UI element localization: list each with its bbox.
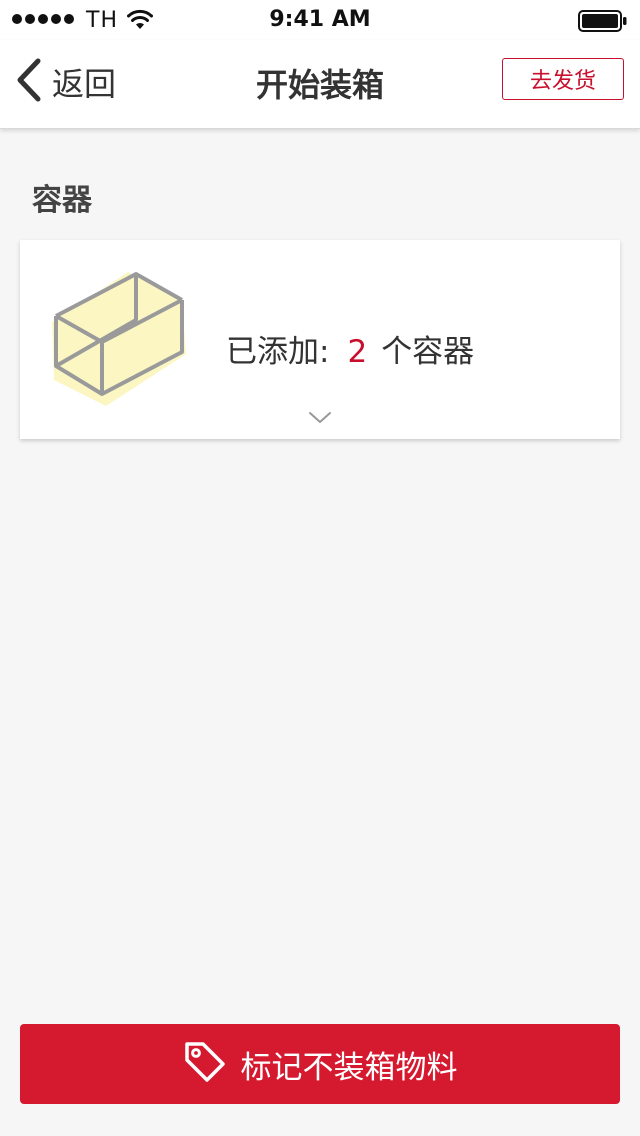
nav-bar: 返回 开始装箱 去发货 [0,40,640,129]
container-unit-label: 个容器 [381,334,475,370]
ship-button[interactable]: 去发货 [502,58,624,100]
status-bar: TH 9:41 AM [0,0,640,40]
chevron-down-icon[interactable] [308,410,332,429]
added-prefix: 已添加: [226,334,330,370]
battery-icon [578,10,628,36]
tag-icon [183,1040,227,1088]
mark-no-box-materials-button[interactable]: 标记不装箱物料 [20,1024,620,1104]
mark-button-label: 标记不装箱物料 [240,1049,458,1086]
status-time: 9:41 AM [269,7,371,32]
section-title: 容器 [32,183,92,218]
added-containers-text: 已添加: 2 个容器 [226,326,474,371]
container-count: 2 [347,334,368,370]
box-icon [50,268,190,412]
container-card[interactable]: 已添加: 2 个容器 [20,240,620,439]
